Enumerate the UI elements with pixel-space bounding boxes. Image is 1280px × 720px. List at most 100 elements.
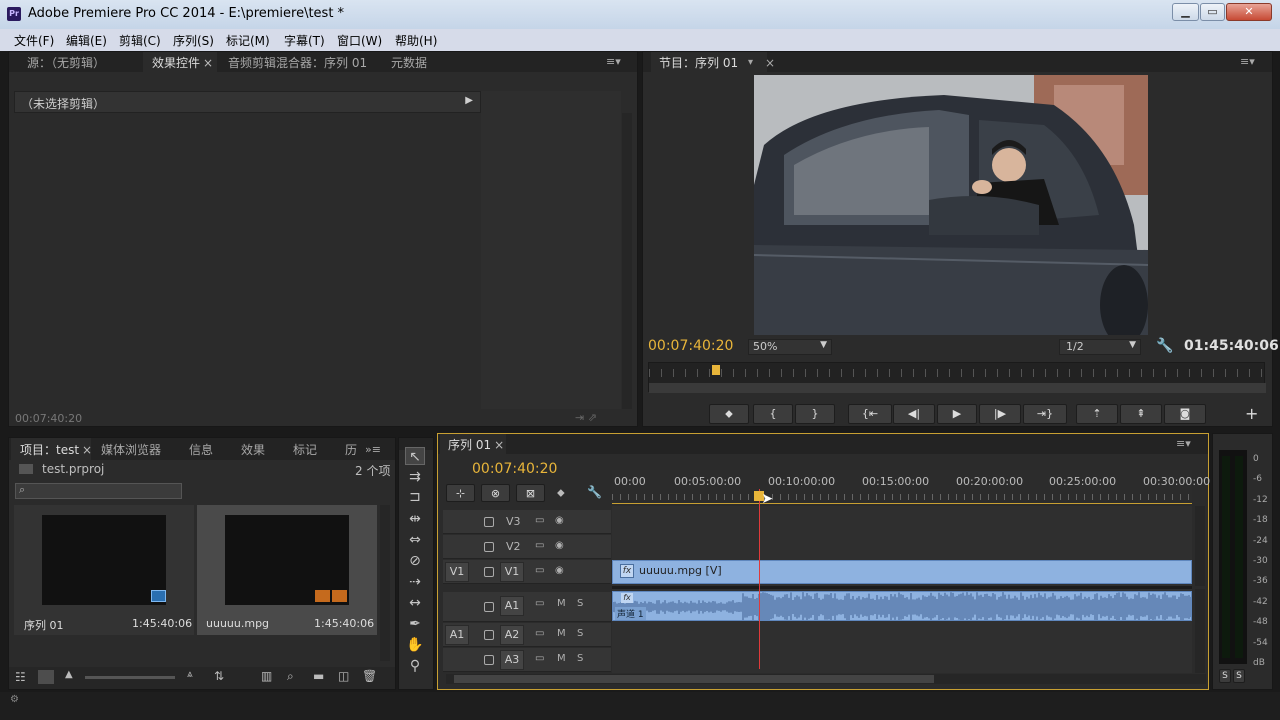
sync-lock-icon[interactable]: ▭ xyxy=(535,565,544,576)
solo-left-button[interactable]: S xyxy=(1219,669,1231,683)
track-target[interactable]: A2 xyxy=(500,625,524,645)
project-item-sequence[interactable]: 序列 01 1:45:40:06 xyxy=(14,505,194,635)
sort-icon[interactable]: ⇅ xyxy=(214,669,224,683)
track-target[interactable]: A3 xyxy=(500,650,524,670)
ripple-edit-tool-icon[interactable]: ⊐ xyxy=(405,488,425,506)
go-to-in-button[interactable]: {⇤ xyxy=(848,404,892,424)
trash-icon[interactable]: 🗑 xyxy=(362,669,377,683)
menu-marker[interactable]: 标记(M) xyxy=(226,32,270,49)
time-ruler[interactable]: 00:00 00:05:00:00 00:10:00:00 00:15:00:0… xyxy=(612,470,1210,504)
track-select-tool-icon[interactable]: ⇉ xyxy=(405,468,425,486)
track-lock-icon[interactable] xyxy=(484,517,494,527)
mute-button[interactable]: M xyxy=(557,653,566,664)
menu-help[interactable]: 帮助(H) xyxy=(395,32,437,49)
sync-lock-icon[interactable]: ▭ xyxy=(535,540,544,551)
razor-tool-icon[interactable]: ⊘ xyxy=(405,552,425,570)
solo-button[interactable]: S xyxy=(577,653,583,664)
timeline-timecode[interactable]: 00:07:40:20 xyxy=(472,461,557,477)
tab-program-monitor[interactable]: 节目：序列 01 xyxy=(659,54,738,72)
solo-right-button[interactable]: S xyxy=(1233,669,1245,683)
icon-view-icon[interactable] xyxy=(38,670,54,684)
close-icon[interactable]: × xyxy=(494,438,504,452)
panel-menu-icon[interactable]: ≡▾ xyxy=(1240,55,1255,68)
effect-controls-scrollbar[interactable] xyxy=(622,113,632,409)
track-lock-icon[interactable] xyxy=(484,542,494,552)
rate-stretch-tool-icon[interactable]: ⇔ xyxy=(405,531,425,549)
panel-menu-icon[interactable]: »≡ xyxy=(365,443,381,456)
timeline-playhead-line[interactable] xyxy=(759,489,761,669)
add-button-plus-icon[interactable]: + xyxy=(1245,404,1258,423)
add-marker-icon[interactable]: ⬥ xyxy=(557,486,565,500)
project-scrollbar[interactable] xyxy=(380,505,390,661)
sync-lock-icon[interactable]: ▭ xyxy=(535,628,544,639)
wrench-icon[interactable]: 🔧 xyxy=(1156,338,1173,354)
tab-source[interactable]: 源：（无剪辑） xyxy=(27,54,105,72)
project-search-input[interactable]: ⌕ xyxy=(15,483,182,499)
close-icon[interactable]: × xyxy=(765,54,775,72)
new-bin-icon[interactable]: ▬ xyxy=(313,669,324,683)
sync-lock-icon[interactable]: ▭ xyxy=(535,515,544,526)
close-icon[interactable]: × xyxy=(82,443,92,457)
menu-clip[interactable]: 剪辑(C) xyxy=(119,32,161,49)
close-icon[interactable]: × xyxy=(203,56,213,70)
hand-tool-icon[interactable]: ✋ xyxy=(405,636,425,654)
timeline-h-scrollbar[interactable] xyxy=(446,674,1206,684)
audio-scrollbar[interactable] xyxy=(1195,589,1205,673)
resolution-select[interactable]: 1/2 ▼ xyxy=(1059,339,1141,355)
scroll-thumb[interactable] xyxy=(454,675,934,683)
mark-in-button[interactable]: { xyxy=(753,404,793,424)
tab-sequence[interactable]: 序列 01 × xyxy=(448,436,504,454)
play-button[interactable]: ▶ xyxy=(937,404,977,424)
new-item-icon[interactable]: ◫ xyxy=(338,669,349,683)
solo-button[interactable]: S xyxy=(577,628,583,639)
pen-tool-icon[interactable]: ✒ xyxy=(405,615,425,633)
nest-icon[interactable]: ⊠ xyxy=(516,484,545,502)
extract-button[interactable]: ⇞ xyxy=(1120,404,1162,424)
thumbnail-zoom-slider[interactable] xyxy=(85,676,175,679)
track-lock-icon[interactable] xyxy=(484,602,494,612)
find-icon[interactable]: ⌕ xyxy=(287,669,294,684)
timeline-settings-wrench-icon[interactable]: 🔧 xyxy=(587,485,602,499)
tab-project[interactable]: 项目：test × xyxy=(20,441,92,459)
track-name[interactable]: V3 xyxy=(506,515,521,528)
slip-tool-icon[interactable]: ⇢ xyxy=(405,573,425,591)
step-forward-button[interactable]: |▶ xyxy=(979,404,1021,424)
tab-history[interactable]: 历 xyxy=(345,441,357,459)
lift-button[interactable]: ⇡ xyxy=(1076,404,1118,424)
track-name[interactable]: V2 xyxy=(506,540,521,553)
project-item-clip[interactable]: uuuuu.mpg 1:45:40:06 xyxy=(197,505,377,635)
track-lock-icon[interactable] xyxy=(484,655,494,665)
zoom-tool-icon[interactable]: ⚲ xyxy=(405,657,425,675)
selection-tool-icon[interactable]: ↖ xyxy=(405,447,425,465)
go-to-out-button[interactable]: ⇥} xyxy=(1023,404,1067,424)
tab-media-browser[interactable]: 媒体浏览器 xyxy=(101,441,161,459)
program-playhead[interactable] xyxy=(711,365,720,375)
menu-edit[interactable]: 编辑(E) xyxy=(66,32,107,49)
audio-clip[interactable]: fx 声道 1 xyxy=(612,591,1192,621)
expand-arrow-icon[interactable]: ▶ xyxy=(465,95,473,106)
video-clip[interactable]: fx uuuuu.mpg [V] xyxy=(612,560,1192,584)
mute-button[interactable]: M xyxy=(557,598,566,609)
source-patch-v1[interactable]: V1 xyxy=(445,562,469,582)
zoom-out-icon[interactable]: ▲ xyxy=(65,669,73,680)
close-button[interactable]: ✕ xyxy=(1226,3,1272,21)
track-lock-icon[interactable] xyxy=(484,567,494,577)
menu-title[interactable]: 字幕(T) xyxy=(284,32,325,49)
export-frame-camera-icon[interactable]: ◙ xyxy=(1164,404,1206,424)
tab-metadata[interactable]: 元数据 xyxy=(391,54,427,72)
mute-button[interactable]: M xyxy=(557,628,566,639)
sync-lock-icon[interactable]: ▭ xyxy=(535,653,544,664)
add-marker-button[interactable]: ⬥ xyxy=(709,404,749,424)
program-scrollbar[interactable] xyxy=(649,383,1266,393)
panel-menu-icon[interactable]: ≡▾ xyxy=(606,55,621,68)
eye-icon[interactable]: ◉ xyxy=(555,515,564,526)
program-mini-timeline[interactable] xyxy=(648,362,1266,393)
render-icons[interactable]: ⇥ ⇗ xyxy=(575,411,597,424)
snap-icon[interactable]: ⊹ xyxy=(446,484,475,502)
menu-file[interactable]: 文件(F) xyxy=(14,32,54,49)
list-view-icon[interactable]: ☷ xyxy=(15,670,26,684)
mark-out-button[interactable]: } xyxy=(795,404,835,424)
video-scrollbar[interactable] xyxy=(1195,506,1205,586)
maximize-button[interactable]: ▭ xyxy=(1200,3,1225,21)
solo-button[interactable]: S xyxy=(577,598,583,609)
